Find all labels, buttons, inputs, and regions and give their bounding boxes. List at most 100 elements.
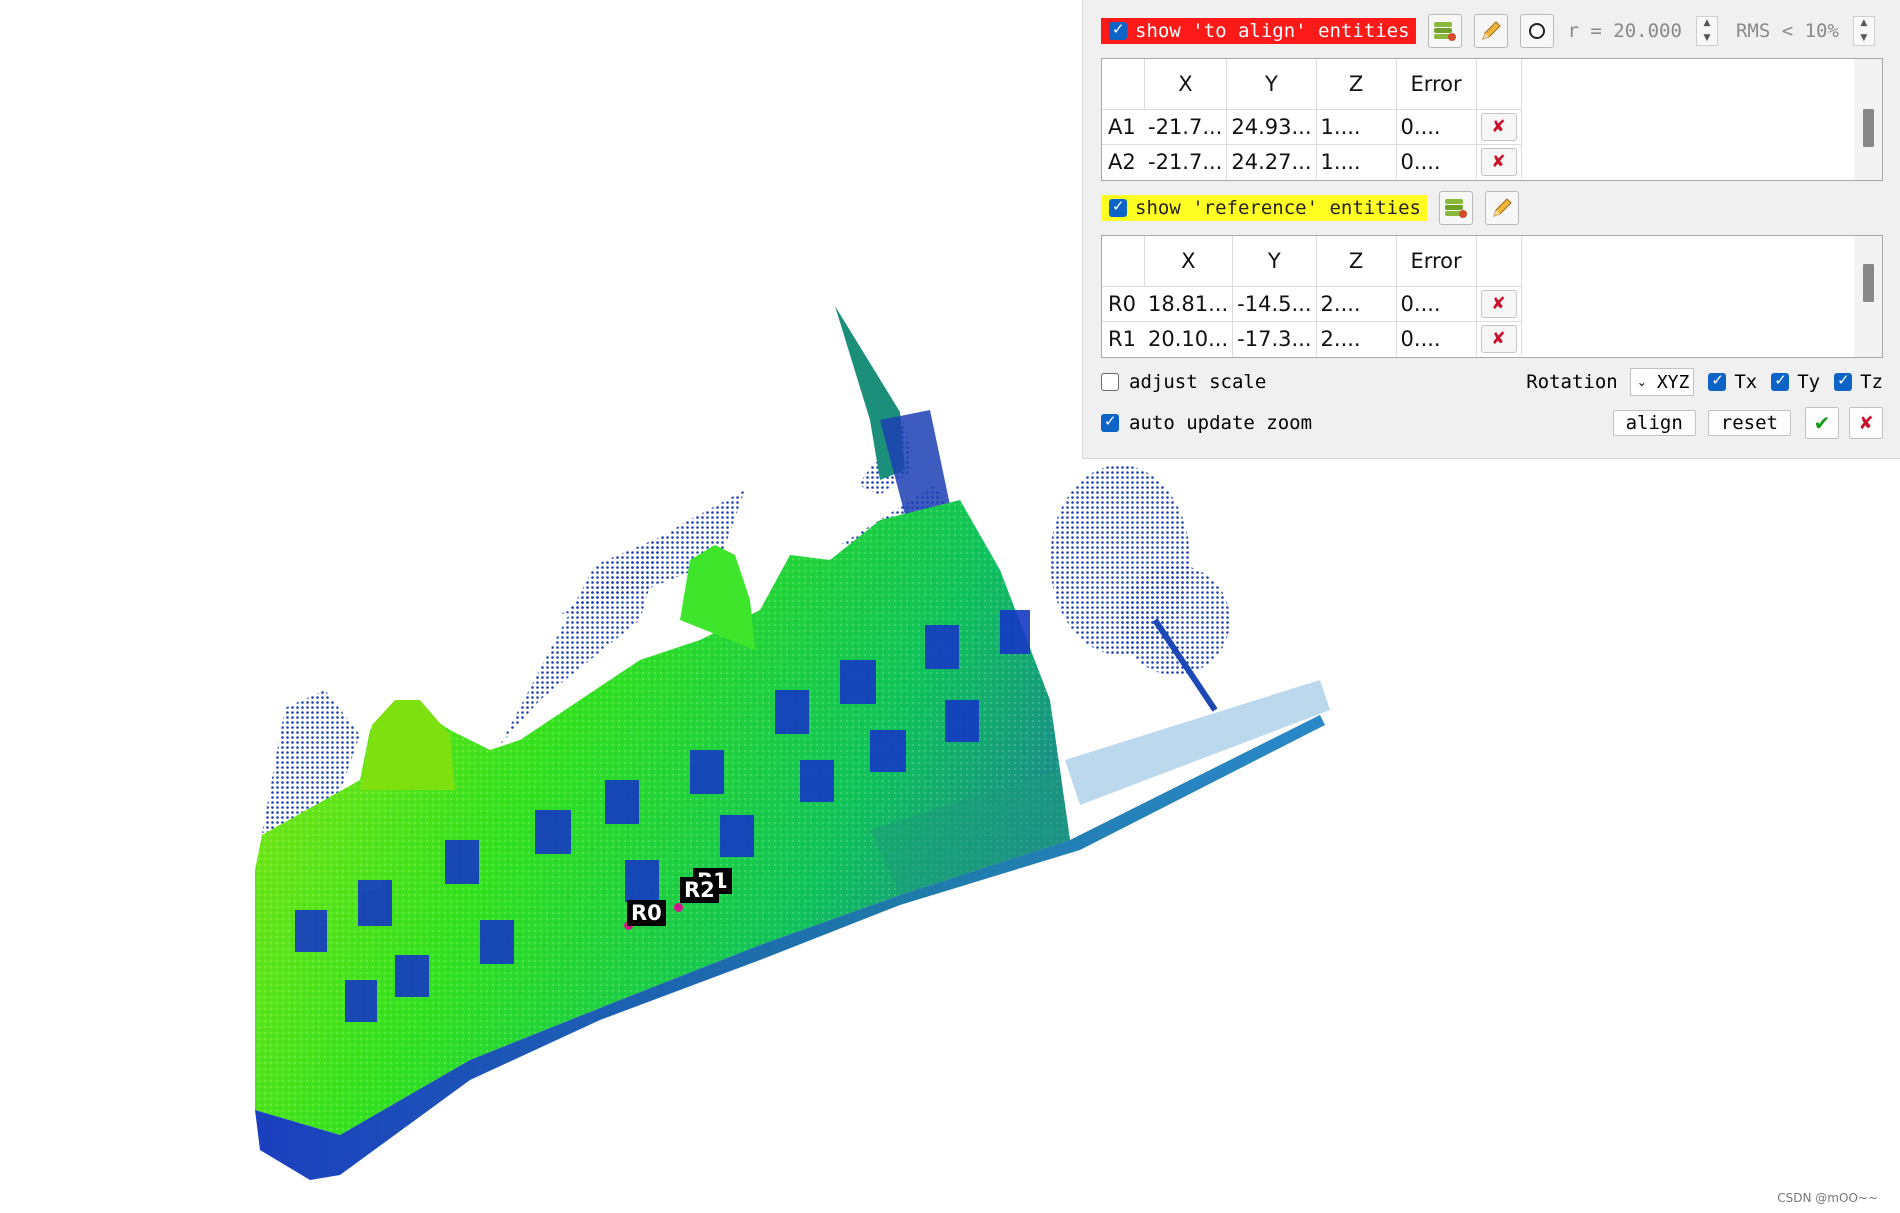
row-header[interactable]: A2	[1102, 144, 1144, 179]
pencil-icon	[1493, 198, 1512, 217]
cell-delete: ✘	[1476, 321, 1522, 356]
reference-points-grid: X Y Z Error R0 18.81... -14.5... 2.... 0…	[1102, 236, 1522, 356]
show-reference-checkbox[interactable]	[1109, 197, 1127, 217]
transform-options-row: adjust scale Rotation ⌄ XYZ Tx Ty Tz	[1101, 366, 1883, 398]
cell-x[interactable]: 20.10...	[1144, 321, 1234, 356]
spin-up-icon: ▲	[1860, 18, 1868, 28]
validate-button[interactable]: ✔	[1805, 407, 1839, 439]
ty-checkbox[interactable]	[1771, 371, 1790, 391]
cell-error[interactable]: 0....	[1396, 109, 1477, 145]
marker-label-r0: R0	[627, 900, 666, 926]
spin-up-icon: ▲	[1703, 18, 1711, 28]
align-table-scrollbar[interactable]	[1854, 59, 1882, 180]
show-to-align-toggle[interactable]: show 'to align' entities	[1101, 18, 1416, 44]
reference-points-table[interactable]: X Y Z Error R0 18.81... -14.5... 2.... 0…	[1101, 235, 1883, 358]
delete-point-button[interactable]: ✘	[1480, 325, 1517, 353]
cell-y[interactable]: -14.5...	[1232, 286, 1317, 322]
corner-cell	[1102, 59, 1145, 110]
cell-z[interactable]: 2....	[1316, 286, 1397, 322]
tx-toggle[interactable]: Tx	[1708, 371, 1757, 393]
column-header-x[interactable]: X	[1144, 236, 1234, 287]
cell-delete: ✘	[1476, 286, 1522, 322]
row-header[interactable]: R0	[1102, 286, 1144, 322]
row-header[interactable]: R1	[1102, 321, 1144, 356]
edit-reference-points-button[interactable]	[1484, 191, 1519, 225]
table-row[interactable]: A1 -21.7... 24.93... 1.... 0.... ✘	[1102, 109, 1522, 145]
auto-update-zoom-label[interactable]: auto update zoom	[1129, 412, 1312, 434]
sphere-mode-button[interactable]	[1519, 14, 1554, 48]
show-reference-label: show 'reference' entities	[1135, 197, 1421, 219]
rms-spinbox[interactable]: RMS < 10% ▲ ▼	[1736, 16, 1875, 46]
table-row[interactable]: A2 -21.7... 24.27... 1.... 0.... ✘	[1102, 144, 1522, 179]
column-header-z[interactable]: Z	[1316, 236, 1397, 287]
ty-label: Ty	[1797, 371, 1821, 393]
edit-align-points-button[interactable]	[1473, 14, 1508, 48]
marker-label-r2: R2	[680, 877, 719, 903]
cell-z[interactable]: 1....	[1316, 144, 1397, 179]
cell-y[interactable]: 24.27...	[1226, 144, 1317, 179]
align-button[interactable]: align	[1612, 410, 1696, 436]
column-header-z[interactable]: Z	[1316, 59, 1397, 110]
spin-down-icon: ▼	[1860, 33, 1868, 43]
auto-update-zoom-checkbox[interactable]	[1101, 412, 1119, 432]
scrollbar-thumb[interactable]	[1863, 264, 1874, 302]
tx-checkbox[interactable]	[1708, 371, 1727, 391]
align-points-table[interactable]: X Y Z Error A1 -21.7... 24.93... 1.... 0…	[1101, 58, 1883, 181]
column-header-error[interactable]: Error	[1396, 59, 1477, 110]
delete-x-icon: ✘	[1491, 152, 1506, 172]
cell-delete: ✘	[1476, 109, 1522, 145]
table-row[interactable]: R1 20.10... -17.3... 2.... 0.... ✘	[1102, 321, 1522, 356]
cell-x[interactable]: 18.81...	[1144, 286, 1234, 322]
tz-checkbox[interactable]	[1834, 371, 1853, 391]
spin-down-icon: ▼	[1703, 33, 1711, 43]
ty-toggle[interactable]: Ty	[1771, 371, 1820, 393]
radius-value: r = 20.000	[1567, 20, 1682, 42]
scrollbar-thumb[interactable]	[1863, 109, 1874, 147]
column-header-x[interactable]: X	[1144, 59, 1228, 110]
delete-point-button[interactable]: ✘	[1480, 113, 1517, 141]
row-header[interactable]: A1	[1102, 109, 1144, 145]
column-header-delete	[1476, 236, 1522, 287]
radius-spinbox[interactable]: r = 20.000 ▲ ▼	[1568, 16, 1718, 46]
reference-table-scrollbar[interactable]	[1854, 236, 1882, 357]
cell-y[interactable]: -17.3...	[1232, 321, 1317, 356]
add-reference-entity-button[interactable]	[1438, 191, 1473, 225]
tz-toggle[interactable]: Tz	[1834, 371, 1883, 393]
delete-point-button[interactable]: ✘	[1480, 290, 1517, 318]
column-header-y[interactable]: Y	[1232, 236, 1317, 287]
cell-error[interactable]: 0....	[1396, 144, 1477, 179]
cell-z[interactable]: 2....	[1316, 321, 1397, 356]
reset-button[interactable]: reset	[1707, 410, 1791, 436]
chevron-down-icon: ⌄	[1636, 375, 1647, 389]
column-header-y[interactable]: Y	[1226, 59, 1317, 110]
column-header-error[interactable]: Error	[1396, 236, 1477, 287]
show-to-align-label: show 'to align' entities	[1135, 20, 1410, 42]
table-row[interactable]: R0 18.81... -14.5... 2.... 0.... ✘	[1102, 286, 1522, 322]
cell-delete: ✘	[1476, 144, 1522, 179]
reference-header-row: show 'reference' entities	[1101, 190, 1883, 226]
add-align-entity-button[interactable]	[1427, 14, 1462, 48]
delete-point-button[interactable]: ✘	[1480, 148, 1517, 176]
rms-spin-arrows[interactable]: ▲ ▼	[1852, 16, 1875, 46]
adjust-scale-checkbox[interactable]	[1101, 373, 1119, 391]
cell-error[interactable]: 0....	[1396, 286, 1477, 322]
rotation-value: XYZ	[1656, 371, 1690, 393]
actions-row: auto update zoom align reset ✔ ✘	[1101, 406, 1883, 440]
cell-y[interactable]: 24.93...	[1226, 109, 1317, 145]
tree-points	[1050, 465, 1230, 712]
facade-points	[255, 500, 1070, 1135]
column-header-delete	[1476, 59, 1522, 110]
cell-error[interactable]: 0....	[1396, 321, 1477, 356]
radius-spin-arrows[interactable]: ▲ ▼	[1695, 16, 1718, 46]
adjust-scale-label[interactable]: adjust scale	[1129, 371, 1266, 393]
green-check-icon: ✔	[1813, 411, 1831, 435]
rms-value: RMS < 10%	[1735, 20, 1839, 42]
cell-x[interactable]: -21.7...	[1144, 144, 1228, 179]
corner-cell	[1102, 236, 1145, 287]
cell-z[interactable]: 1....	[1316, 109, 1397, 145]
cell-x[interactable]: -21.7...	[1144, 109, 1228, 145]
cancel-button[interactable]: ✘	[1849, 407, 1883, 439]
show-to-align-checkbox[interactable]	[1109, 20, 1127, 40]
show-reference-toggle[interactable]: show 'reference' entities	[1101, 195, 1427, 221]
rotation-select[interactable]: ⌄ XYZ	[1629, 368, 1695, 396]
